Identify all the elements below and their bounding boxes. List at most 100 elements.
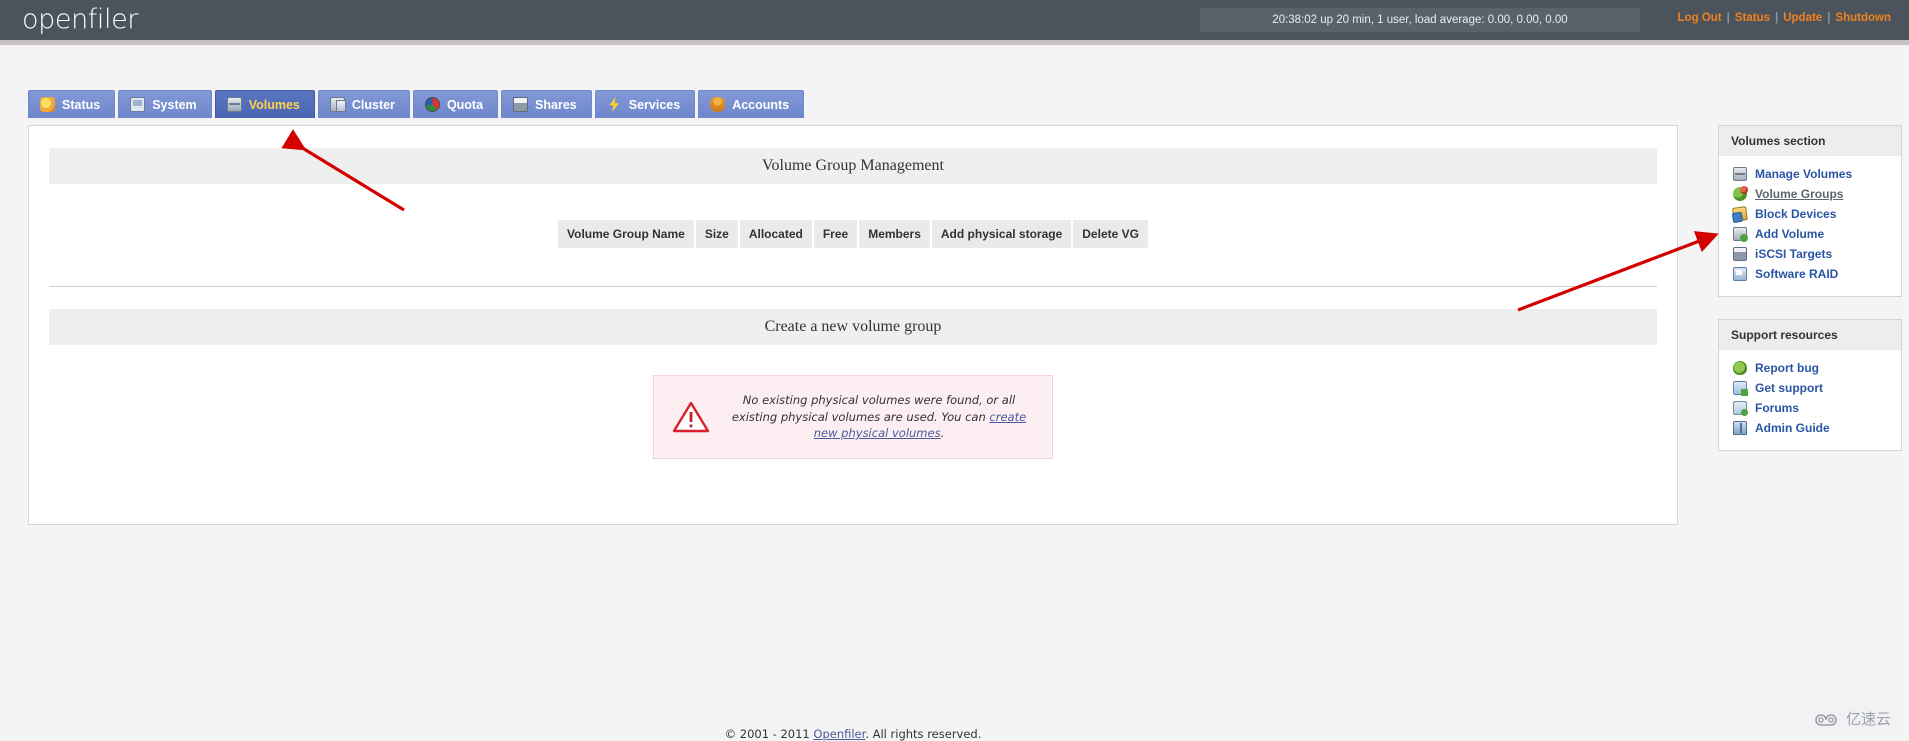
copyright-text-after: . All rights reserved. [865,727,982,741]
software-raid-icon [1733,267,1747,281]
warning-container: No existing physical volumes were found,… [49,353,1657,489]
status-icon [40,97,55,112]
sidebar-item-block-devices[interactable]: Block Devices [1732,204,1901,224]
sidebar-label-block-devices: Block Devices [1755,207,1837,221]
sidebar-item-software-raid[interactable]: Software RAID [1733,264,1901,284]
copyright-line: © 2001 - 2011 Openfiler. All rights rese… [28,725,1678,741]
tab-volumes[interactable]: Volumes [214,90,315,118]
watermark-text: 亿速云 [1845,710,1891,728]
page-footer: © 2001 - 2011 Openfiler. All rights rese… [28,725,1678,741]
warning-text-before: No existing physical volumes were found,… [731,393,1016,424]
sidebar-label-volume-groups: Volume Groups [1755,187,1844,201]
block-devices-icon [1732,206,1748,222]
main-content-panel: Volume Group Management Volume Group Nam… [28,125,1678,525]
header-underline-bar [0,40,1909,45]
forums-icon [1733,401,1748,416]
tab-quota-label: Quota [446,97,484,112]
table-header-row: Volume Group Name Size Allocated Free Me… [558,220,1148,248]
sidebar-item-manage-volumes[interactable]: Manage Volumes [1733,164,1901,184]
openfiler-logo: openfiler [22,4,139,35]
uptime-status-display: 20:38:02 up 20 min, 1 user, load average… [1200,8,1640,32]
tab-status[interactable]: Status [28,90,116,118]
tab-cluster-label: Cluster [351,97,395,112]
header-links: Log Out | Status | Update | Shutdown [1678,12,1891,24]
sidebar-label-report-bug: Report bug [1755,361,1819,375]
tab-volumes-label: Volumes [248,97,300,112]
volume-groups-icon [1733,186,1748,201]
support-resources-panel: Support resources Report bug Get support… [1718,319,1902,451]
header-link-separator-1: | [1726,12,1730,24]
services-icon [609,97,620,112]
sidebar-label-software-raid: Software RAID [1755,267,1839,281]
tab-status-label: Status [62,97,101,112]
header-link-separator-2: | [1775,12,1779,24]
sidebar-label-manage-volumes: Manage Volumes [1755,167,1853,181]
header-link-log-out[interactable]: Log Out [1678,12,1722,24]
header-link-separator-3: | [1827,12,1831,24]
get-support-icon [1733,381,1748,396]
volumes-icon [226,97,242,112]
right-sidebar: Volumes section Manage Volumes Volume Gr… [1718,125,1902,473]
no-physical-volumes-warning: No existing physical volumes were found,… [653,375,1053,460]
tab-shares[interactable]: Shares [501,90,592,118]
copyright-text-before: © 2001 - 2011 [724,727,814,741]
tab-accounts[interactable]: Accounts [698,90,805,118]
main-navigation-tabs: Status System Volumes Cluster Quota Shar… [0,70,1909,118]
tab-system[interactable]: System [118,90,212,118]
sidebar-label-add-volume: Add Volume [1755,227,1825,241]
top-header-bar: openfiler 20:38:02 up 20 min, 1 user, lo… [0,0,1909,40]
tab-services-label: Services [628,97,681,112]
column-header-size: Size [695,220,738,248]
shares-icon [513,97,529,112]
site-watermark: 亿速云 [1801,702,1903,735]
sidebar-item-admin-guide[interactable]: Admin Guide [1733,418,1901,438]
accounts-icon [710,97,726,112]
sidebar-label-forums: Forums [1755,401,1800,415]
manage-volumes-icon [1733,167,1747,181]
warning-message: No existing physical volumes were found,… [724,392,1034,442]
header-link-update[interactable]: Update [1783,12,1822,24]
sidebar-label-iscsi-targets: iSCSI Targets [1755,247,1833,261]
tab-quota[interactable]: Quota [412,90,499,118]
footer-link-openfiler[interactable]: Openfiler [813,727,865,741]
quota-icon [424,97,440,112]
report-bug-icon [1733,361,1747,375]
tab-shares-label: Shares [535,97,577,112]
support-resources-title: Support resources [1719,320,1901,350]
iscsi-targets-icon [1733,247,1747,261]
sidebar-item-get-support[interactable]: Get support [1733,378,1901,398]
cloud-icon [1814,711,1840,727]
volume-group-table-container: Volume Group Name Size Allocated Free Me… [49,192,1657,272]
column-header-free: Free [813,220,858,248]
volumes-section-list: Manage Volumes Volume Groups Block Devic… [1719,156,1901,286]
sidebar-label-admin-guide: Admin Guide [1755,421,1830,435]
support-resources-list: Report bug Get support Forums Admin Guid… [1719,350,1901,440]
sidebar-label-get-support: Get support [1755,381,1823,395]
tab-services[interactable]: Services [594,90,696,118]
section-divider [49,286,1657,287]
tab-accounts-label: Accounts [732,97,790,112]
tab-cluster[interactable]: Cluster [317,90,410,118]
column-header-add-physical-storage: Add physical storage [931,220,1072,248]
system-icon [130,97,146,112]
header-link-status[interactable]: Status [1735,12,1770,24]
volumes-section-panel: Volumes section Manage Volumes Volume Gr… [1718,125,1902,297]
sidebar-item-forums[interactable]: Forums [1733,398,1901,418]
sidebar-item-report-bug[interactable]: Report bug [1733,358,1901,378]
tab-system-label: System [152,97,197,112]
warning-triangle-icon [672,400,710,434]
column-header-delete-vg: Delete VG [1073,220,1148,248]
column-header-allocated: Allocated [739,220,812,248]
volume-group-table: Volume Group Name Size Allocated Free Me… [556,218,1150,250]
header-link-shutdown[interactable]: Shutdown [1835,12,1891,24]
column-header-members: Members [859,220,930,248]
admin-guide-icon [1733,421,1747,435]
create-volume-group-title: Create a new volume group [49,309,1657,345]
column-header-volume-group-name: Volume Group Name [558,220,694,248]
sidebar-item-add-volume[interactable]: Add Volume [1733,224,1901,244]
volumes-section-title: Volumes section [1719,126,1901,156]
sidebar-item-iscsi-targets[interactable]: iSCSI Targets [1733,244,1901,264]
page-title: Volume Group Management [49,148,1657,184]
sidebar-item-volume-groups[interactable]: Volume Groups [1733,184,1901,204]
warning-text-after: . [940,426,945,441]
